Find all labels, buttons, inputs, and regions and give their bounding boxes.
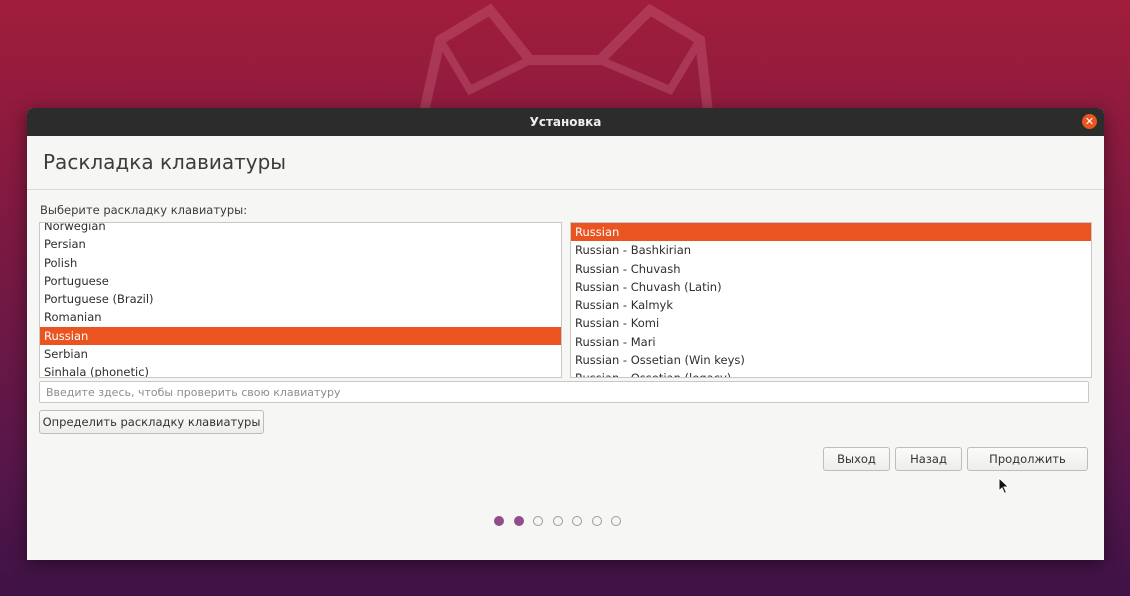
- page-title: Раскладка клавиатуры: [43, 150, 287, 174]
- variant-list[interactable]: Russian Russian - Bashkirian Russian - Chu…: [570, 222, 1092, 378]
- mouse-pointer-icon: [998, 477, 1010, 495]
- list-item[interactable]: Russian - Ossetian (legacy): [571, 369, 1091, 377]
- list-item[interactable]: Portuguese (Brazil): [40, 290, 561, 308]
- progress-dot: [572, 516, 582, 526]
- list-item[interactable]: Russian - Chuvash (Latin): [571, 278, 1091, 296]
- quit-button[interactable]: Выход: [823, 447, 890, 471]
- title-divider: [27, 189, 1104, 190]
- progress-dot: [552, 516, 563, 526]
- list-item[interactable]: Russian - Mari: [571, 333, 1091, 351]
- continue-button[interactable]: Продолжить: [967, 447, 1088, 471]
- layout-prompt-label: Выберите раскладку клавиатуры:: [40, 203, 248, 217]
- progress-dot: [591, 516, 602, 526]
- list-item[interactable]: Russian - Kalmyk: [571, 296, 1091, 314]
- list-item[interactable]: Norwegian: [40, 223, 561, 235]
- progress-indicator: [494, 516, 621, 526]
- progress-dot: [513, 516, 524, 526]
- keyboard-test-input[interactable]: [39, 381, 1089, 403]
- installer-window: Установка ✕ Раскладка клавиатуры Выберит…: [27, 108, 1104, 560]
- list-item[interactable]: Polish: [40, 254, 561, 272]
- list-item[interactable]: Russian: [571, 223, 1091, 242]
- detect-layout-button[interactable]: Определить раскладку клавиатуры: [39, 410, 264, 434]
- progress-dot: [533, 516, 543, 526]
- window-titlebar: Установка ✕: [27, 108, 1104, 136]
- progress-dot: [494, 516, 504, 526]
- list-item[interactable]: Persian: [40, 235, 561, 253]
- list-item[interactable]: Russian - Bashkirian: [571, 241, 1091, 259]
- back-button[interactable]: Назад: [895, 447, 962, 471]
- layout-list[interactable]: Norwegian Persian Polish Portuguese Portugue…: [39, 222, 562, 378]
- progress-dot: [611, 516, 621, 526]
- list-item[interactable]: Serbian: [40, 345, 561, 363]
- window-title: Установка: [529, 115, 602, 129]
- list-item[interactable]: Portuguese: [40, 272, 561, 290]
- list-item[interactable]: Romanian: [40, 308, 561, 326]
- list-item[interactable]: Russian - Komi: [571, 314, 1091, 332]
- list-item[interactable]: Russian: [40, 326, 561, 346]
- close-icon[interactable]: ✕: [1082, 114, 1097, 129]
- list-item[interactable]: Sinhala (phonetic): [40, 363, 561, 377]
- list-item[interactable]: Russian - Chuvash: [571, 260, 1091, 278]
- list-item[interactable]: Russian - Ossetian (Win keys): [571, 351, 1091, 369]
